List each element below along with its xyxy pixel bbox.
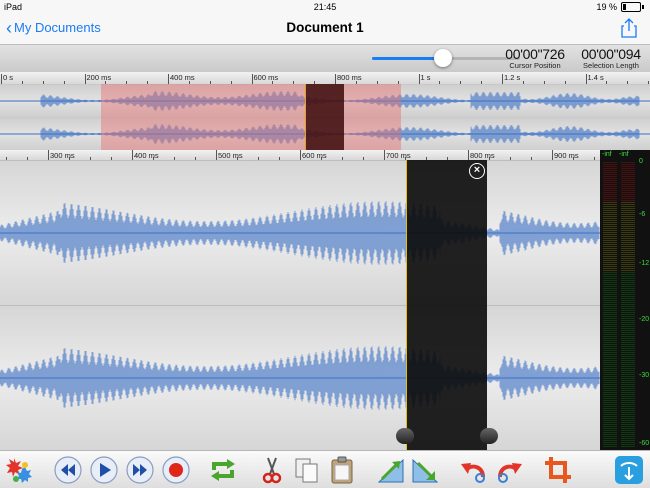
overview-ruler-tick-5: 1 s xyxy=(420,73,431,82)
chevron-left-icon: ‹ xyxy=(6,17,12,38)
meter-scale-6: -6 xyxy=(639,211,646,218)
battery-icon xyxy=(621,2,641,12)
fade-in-icon[interactable] xyxy=(376,455,406,485)
close-selection-icon[interactable]: × xyxy=(469,163,485,179)
overview-ruler-tick-4: 800 ms xyxy=(337,73,362,82)
main-waveform-editor[interactable]: × xyxy=(0,160,600,450)
back-button-label: My Documents xyxy=(14,20,101,35)
status-bar: iPad 21:45 19 % xyxy=(0,0,650,14)
meter-scale-30: -30 xyxy=(639,372,650,379)
bottom-toolbar xyxy=(0,450,650,488)
main-ruler-tick-2: 500 ms xyxy=(218,151,243,160)
paste-icon[interactable] xyxy=(327,455,357,485)
overview-ruler-tick-1: 200 ms xyxy=(86,73,112,82)
main-channel-left xyxy=(0,161,600,305)
fade-out-icon[interactable] xyxy=(410,455,440,485)
main-ruler-tick-4: 700 ms xyxy=(386,151,411,160)
overview-ruler-tick-3: 600 ms xyxy=(253,73,279,82)
level-meters: -inf -inf 0 -6 -12 -20 -30 -60 xyxy=(600,150,650,450)
visible-region[interactable] xyxy=(101,84,401,150)
meter-scale-12: -12 xyxy=(639,260,650,267)
share-icon[interactable] xyxy=(620,18,638,38)
clock: 21:45 xyxy=(313,2,337,12)
record-icon[interactable] xyxy=(161,455,191,485)
right-meter-label: -inf xyxy=(619,151,629,158)
overview-ruler-tick-0: 0 s xyxy=(3,73,14,82)
cursor-position-readout: 00'00"726 Cursor Position xyxy=(505,46,565,70)
left-meter-label: -inf xyxy=(602,151,612,158)
meter-scale-60: -60 xyxy=(639,440,650,447)
navigation-bar: ‹ My Documents Document 1 xyxy=(0,14,650,44)
zoom-slider[interactable] xyxy=(372,49,520,67)
cut-icon[interactable] xyxy=(257,455,287,485)
play-icon[interactable] xyxy=(89,455,119,485)
main-ruler-tick-0: 300 ms xyxy=(50,151,75,160)
main-ruler-tick-3: 600 ms xyxy=(302,151,327,160)
main-ruler-tick-6: 900 ms xyxy=(554,151,579,160)
main-channel-right xyxy=(0,306,600,450)
export-icon[interactable] xyxy=(614,455,644,485)
main-selection[interactable] xyxy=(406,160,487,450)
crop-icon[interactable] xyxy=(543,455,573,485)
main-ruler-tick-5: 800 ms xyxy=(470,151,495,160)
overview-ruler-tick-6: 1.2 s xyxy=(504,73,521,82)
overview-selection[interactable] xyxy=(305,84,344,150)
overview-waveform[interactable] xyxy=(0,84,650,150)
main-ruler-tick-1: 400 ms xyxy=(134,151,159,160)
right-level-meter xyxy=(621,162,635,448)
copy-icon[interactable] xyxy=(292,455,322,485)
meter-scale-0: 0 xyxy=(639,158,643,165)
back-button[interactable]: ‹ My Documents xyxy=(6,17,101,38)
redo-icon[interactable] xyxy=(494,455,524,485)
selection-length-readout: 00'00"094 Selection Length xyxy=(581,46,641,70)
loop-icon[interactable] xyxy=(208,455,238,485)
selection-start-handle[interactable] xyxy=(396,428,414,444)
overview-ruler-tick-7: 1.4 s xyxy=(587,73,604,82)
undo-icon[interactable] xyxy=(459,455,489,485)
effects-icon[interactable] xyxy=(4,455,34,485)
position-bar: 00'00"726 Cursor Position 00'00"094 Sele… xyxy=(0,44,650,73)
left-level-meter xyxy=(603,162,617,448)
rewind-icon[interactable] xyxy=(53,455,83,485)
meter-scale-20: -20 xyxy=(639,316,650,323)
fast-forward-icon[interactable] xyxy=(125,455,155,485)
selection-end-handle[interactable] xyxy=(480,428,498,444)
zoom-slider-knob[interactable] xyxy=(434,49,453,67)
overview-ruler-tick-2: 400 ms xyxy=(170,73,195,82)
battery-percent: 19 % xyxy=(596,2,617,12)
